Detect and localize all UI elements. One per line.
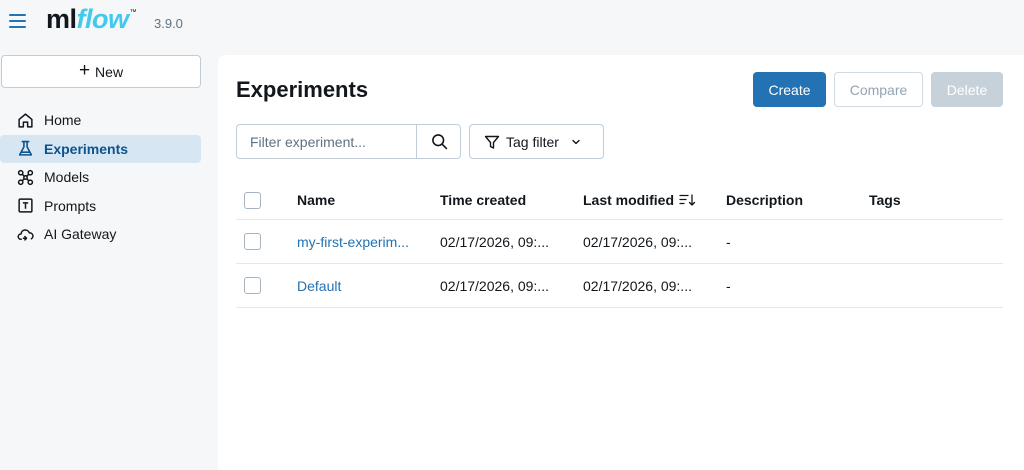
- experiment-name-link[interactable]: Default: [297, 264, 425, 307]
- version-label: 3.9.0: [154, 16, 183, 31]
- sidebar-item-prompts[interactable]: Prompts: [0, 192, 201, 220]
- description-cell: -: [726, 233, 731, 250]
- chevron-down-icon: [572, 139, 580, 144]
- filter-experiment-input[interactable]: [237, 125, 417, 158]
- sidebar-nav: Home Experiments Models Prompts AI Gatew…: [0, 106, 201, 249]
- mlflow-logo[interactable]: ml flow ™: [46, 4, 137, 44]
- row-select-cell: [244, 220, 264, 263]
- tag-filter-button[interactable]: Tag filter: [469, 124, 604, 159]
- new-button-label: New: [95, 63, 124, 80]
- last-modified-cell: 02/17/2026, 09:...: [583, 233, 692, 250]
- sidebar-item-experiments[interactable]: Experiments: [0, 134, 201, 163]
- table-header-row: Name Time created Last modified Descript…: [236, 181, 1003, 220]
- last-modified-cell: 02/17/2026, 09:...: [583, 277, 692, 294]
- row-checkbox[interactable]: [244, 277, 261, 294]
- sidebar-item-home[interactable]: Home: [0, 106, 201, 134]
- experiment-name-link[interactable]: my-first-experim...: [297, 220, 425, 263]
- tag-filter-label: Tag filter: [506, 133, 559, 150]
- plus-icon: +: [78, 60, 91, 81]
- row-select-cell: [244, 264, 264, 307]
- column-header-time-created[interactable]: Time created: [440, 181, 568, 219]
- main-panel: Experiments Create Compare Delete Tag fi…: [218, 55, 1024, 470]
- tags-cell: [869, 220, 997, 263]
- hamburger-menu-icon[interactable]: [9, 14, 26, 30]
- cloud-gateway-icon: [17, 228, 34, 241]
- sidebar-item-label: Models: [44, 169, 90, 185]
- row-checkbox[interactable]: [244, 233, 261, 250]
- experiments-table: Name Time created Last modified Descript…: [236, 181, 1003, 308]
- tags-cell: [869, 264, 997, 307]
- sidebar-item-label: AI Gateway: [44, 226, 117, 242]
- page-title: Experiments: [236, 77, 369, 102]
- new-button[interactable]: + New: [1, 55, 201, 88]
- sort-descending-icon: [679, 194, 696, 206]
- select-all-checkbox[interactable]: [244, 191, 261, 209]
- column-header-label: Last modified: [583, 192, 675, 208]
- compare-button[interactable]: Compare: [834, 72, 923, 107]
- table-row: Default 02/17/2026, 09:... 02/17/2026, 0…: [236, 264, 1003, 308]
- description-cell: -: [726, 277, 731, 294]
- column-header-description: Description: [726, 192, 804, 208]
- prompts-icon: [18, 198, 33, 213]
- column-header-last-modified[interactable]: Last modified: [583, 181, 711, 219]
- time-created-cell: 02/17/2026, 09:...: [440, 277, 549, 294]
- home-icon: [18, 112, 33, 128]
- top-bar: ml flow ™ 3.9.0: [0, 0, 1024, 48]
- table-row: my-first-experim... 02/17/2026, 09:... 0…: [236, 220, 1003, 264]
- models-icon: [17, 169, 34, 185]
- create-button[interactable]: Create: [753, 72, 826, 107]
- sidebar-item-label: Home: [44, 112, 82, 128]
- sidebar-item-models[interactable]: Models: [0, 163, 201, 191]
- beaker-icon: [18, 140, 33, 156]
- delete-button[interactable]: Delete: [931, 72, 1003, 107]
- sidebar-item-label: Experiments: [44, 140, 129, 157]
- search-box: [236, 124, 461, 159]
- sidebar-item-label: Prompts: [44, 197, 97, 214]
- search-button[interactable]: [416, 125, 461, 158]
- select-all-cell: [244, 181, 264, 219]
- column-header-name[interactable]: Name: [297, 181, 425, 219]
- time-created-cell: 02/17/2026, 09:...: [440, 233, 549, 250]
- search-icon: [431, 134, 447, 150]
- sidebar-item-ai-gateway[interactable]: AI Gateway: [0, 220, 201, 248]
- column-header-tags: Tags: [869, 192, 901, 208]
- filter-icon: [484, 135, 500, 149]
